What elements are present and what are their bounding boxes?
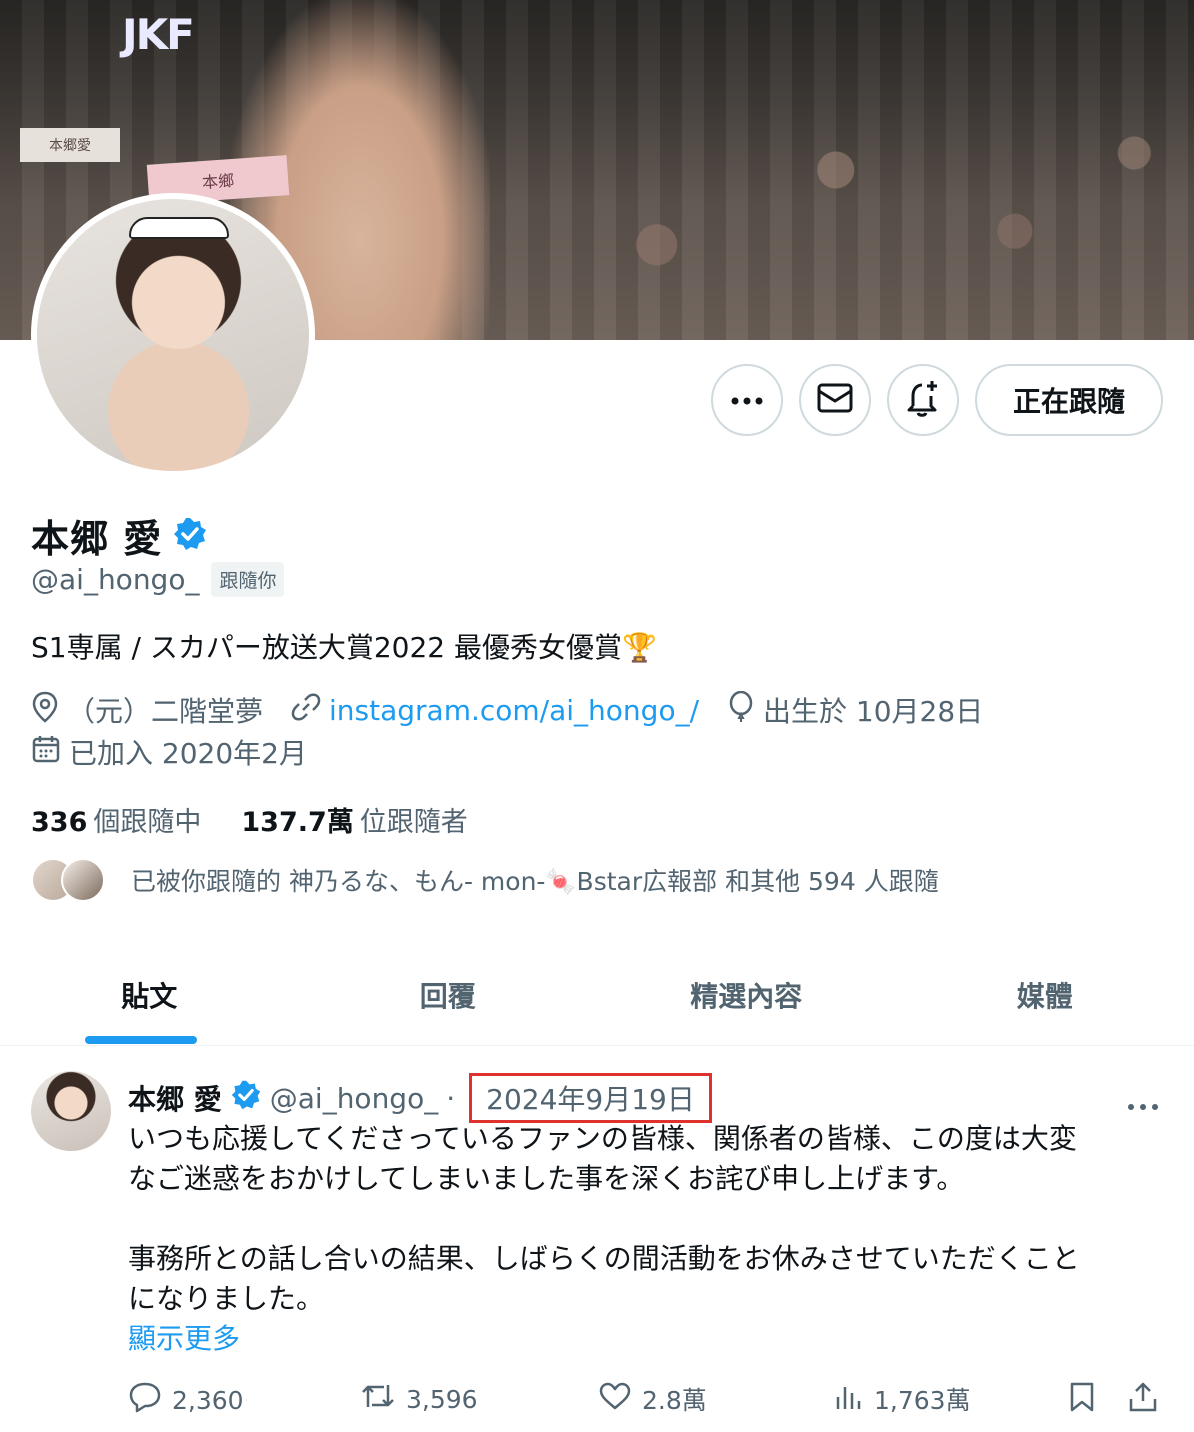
following-button[interactable]: 正在跟隨: [975, 364, 1163, 436]
post-actions: 2,360 3,596 2.8萬 1,763萬: [128, 1381, 1168, 1421]
post-text-line: 事務所との話し合いの結果、しばらくの間活動をお休みさせていただくこと: [128, 1242, 1080, 1275]
joined-text: 已加入 2020年2月: [69, 737, 307, 770]
profile-handle-row: @ai_hongo_ 跟隨你: [31, 562, 285, 597]
repost-icon: [360, 1381, 396, 1417]
calendar-icon: [31, 734, 61, 771]
verified-badge-icon[interactable]: [172, 516, 208, 556]
show-more-link[interactable]: 顯示更多: [128, 1317, 240, 1357]
birthday-text: 出生於 10月28日: [763, 695, 984, 728]
post[interactable]: 本郷 愛 @ai_hongo_ · 2024年9月19日 いつも応援してくださっ…: [0, 1047, 1194, 1432]
profile-meta: （元）二階堂夢 instagram.com/ai_hongo_/ 出生於 10月…: [31, 690, 1011, 730]
message-button[interactable]: [799, 364, 871, 436]
bar-chart-icon: [834, 1381, 864, 1417]
followed-by-text: 已被你跟隨的 神乃るな、もん- mon-🍬Bstar広報部 和其他 594 人跟…: [131, 867, 939, 896]
like-count: 2.8萬: [642, 1386, 707, 1415]
banner-logo: JKF: [122, 10, 195, 59]
post-more-icon[interactable]: [1126, 1085, 1160, 1120]
following-stat[interactable]: 336 個跟隨中: [31, 800, 201, 839]
reply-count: 2,360: [172, 1385, 244, 1415]
reply-button[interactable]: 2,360: [128, 1381, 244, 1419]
profile-bio: S1専属 / スカパー放送大賞2022 最優秀女優賞🏆: [31, 631, 657, 664]
repost-count: 3,596: [406, 1384, 478, 1414]
profile-name-row: 本郷 愛: [31, 508, 208, 563]
profile-name: 本郷 愛: [31, 517, 163, 561]
link-icon: [291, 692, 321, 729]
bell-plus-icon: [905, 379, 941, 421]
profile-stats: 336 個跟隨中 137.7萬 位跟隨者: [31, 800, 468, 839]
verified-badge-icon: [230, 1079, 262, 1118]
joined-item: 已加入 2020年2月: [31, 732, 307, 772]
banner-sign: 本郷愛: [20, 128, 120, 162]
profile-tabs: 貼文 回覆 精選內容 媒體: [0, 944, 1194, 1046]
profile-avatar[interactable]: [31, 193, 315, 477]
location-text: （元）二階堂夢: [67, 695, 264, 728]
mail-icon: [817, 383, 853, 417]
post-text-line: になりました。: [128, 1282, 325, 1315]
profile-link[interactable]: instagram.com/ai_hongo_/: [329, 694, 699, 727]
followed-by-row[interactable]: 已被你跟隨的 神乃るな、もん- mon-🍬Bstar広報部 和其他 594 人跟…: [31, 858, 939, 902]
post-separator: ·: [446, 1081, 456, 1115]
post-author-avatar[interactable]: [31, 1071, 111, 1151]
tab-posts[interactable]: 貼文: [0, 944, 299, 1045]
share-icon: [1128, 1381, 1158, 1419]
post-header: 本郷 愛 @ai_hongo_ · 2024年9月19日: [128, 1073, 712, 1123]
link-item[interactable]: instagram.com/ai_hongo_/: [291, 692, 699, 729]
post-timestamp[interactable]: 2024年9月19日: [469, 1073, 712, 1123]
profile-handle: @ai_hongo_: [31, 563, 200, 596]
post-text-line: いつも応援してくださっているファンの皆様、関係者の皆様、この度は大変: [128, 1122, 1077, 1155]
more-horizontal-icon: [730, 391, 764, 410]
post-author-handle[interactable]: @ai_hongo_: [270, 1082, 438, 1115]
views-count: 1,763萬: [874, 1386, 971, 1415]
birthday-item: 出生於 10月28日: [727, 690, 983, 730]
tab-media[interactable]: 媒體: [896, 944, 1194, 1045]
reply-icon: [128, 1381, 162, 1419]
location-pin-icon: [31, 691, 59, 730]
avatar-headpiece: [129, 217, 229, 239]
views-button[interactable]: 1,763萬: [834, 1381, 971, 1417]
like-button[interactable]: 2.8萬: [598, 1381, 707, 1417]
post-author-name[interactable]: 本郷 愛: [128, 1078, 222, 1118]
post-text-line: なご迷惑をおかけしてしまいました事を深くお詫び申し上げます。: [128, 1162, 965, 1195]
tab-replies[interactable]: 回覆: [299, 944, 598, 1045]
active-tab-indicator: [85, 1036, 197, 1044]
location-item: （元）二階堂夢: [31, 690, 263, 730]
balloon-icon: [727, 690, 755, 730]
notify-button[interactable]: [887, 364, 959, 436]
more-button[interactable]: [711, 364, 783, 436]
bookmark-icon: [1068, 1381, 1096, 1419]
follows-you-badge: 跟隨你: [211, 562, 285, 597]
repost-button[interactable]: 3,596: [360, 1381, 478, 1417]
tab-highlights[interactable]: 精選內容: [597, 944, 896, 1045]
heart-icon: [598, 1381, 632, 1417]
profile-meta-joined: 已加入 2020年2月: [31, 732, 335, 772]
followers-stat[interactable]: 137.7萬 位跟隨者: [241, 800, 467, 839]
post-body: いつも応援してくださっているファンの皆様、関係者の皆様、この度は大変 なご迷惑を…: [128, 1119, 1158, 1319]
share-button[interactable]: [1128, 1381, 1158, 1419]
bookmark-button[interactable]: [1068, 1381, 1096, 1419]
follower-avatar: [61, 858, 105, 902]
